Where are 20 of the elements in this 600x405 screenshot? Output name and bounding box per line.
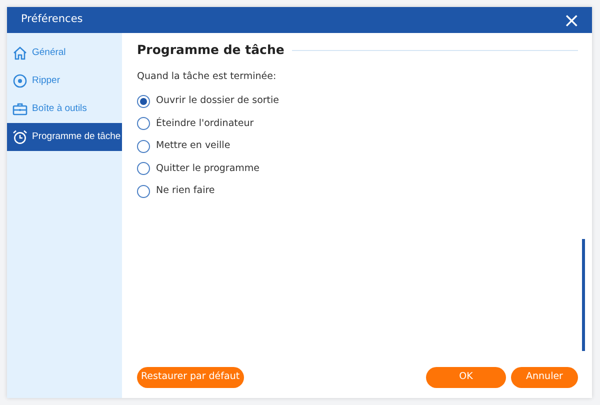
option-label[interactable]: Quitter le programme xyxy=(156,162,260,176)
prompt-text: Quand la tâche est terminée: xyxy=(137,70,278,84)
alarm-clock-icon xyxy=(12,129,28,145)
section-title: Programme de tâche xyxy=(137,41,284,59)
radio-button[interactable] xyxy=(137,117,150,130)
scrollbar[interactable] xyxy=(582,239,585,351)
radio-button[interactable] xyxy=(137,162,150,176)
option-label[interactable]: Mettre en veille xyxy=(156,139,230,154)
option-label[interactable]: Éteindre l'ordinateur xyxy=(156,116,254,131)
option-label[interactable]: Ouvrir le dossier de sortie xyxy=(156,94,280,108)
radio-button[interactable] xyxy=(137,140,150,153)
toolbox-icon xyxy=(12,101,28,117)
radio-button[interactable] xyxy=(137,184,150,198)
option-label[interactable]: Ne rien faire xyxy=(156,184,215,198)
window-title: Préférences xyxy=(21,12,83,28)
home-icon xyxy=(12,45,28,61)
radio-button[interactable] xyxy=(137,94,150,108)
sidebar-item[interactable]: Programme de tâche xyxy=(7,123,122,151)
target-icon xyxy=(12,73,28,89)
close-button[interactable]: × xyxy=(559,10,584,30)
